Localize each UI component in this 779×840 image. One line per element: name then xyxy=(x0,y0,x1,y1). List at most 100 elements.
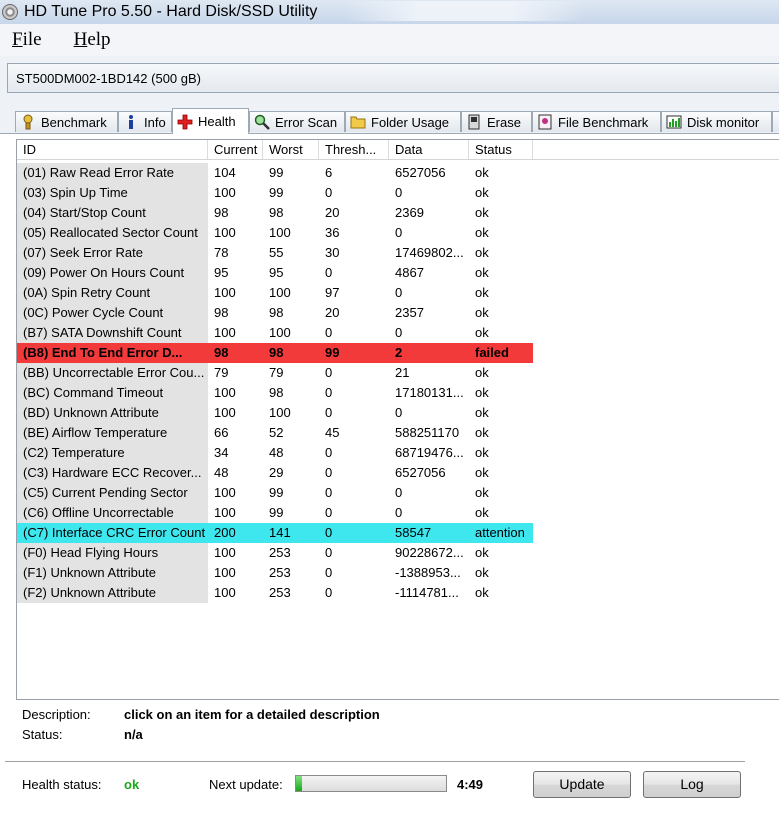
table-row[interactable]: (BB) Uncorrectable Error Cou... 79 79 0 21 ok xyxy=(17,363,533,383)
column-header-status[interactable]: Status xyxy=(469,140,533,159)
cell-worst: 99 xyxy=(269,185,284,200)
cell-status: ok xyxy=(475,285,489,300)
file-benchmark-icon xyxy=(537,114,553,130)
tab-erase[interactable]: Erase xyxy=(461,111,532,132)
cell-threshold: 0 xyxy=(325,465,333,480)
cell-id: (BB) Uncorrectable Error Cou... xyxy=(17,363,208,383)
device-bar: ST500DM002-1BD142 (500 gB) xyxy=(0,56,779,107)
next-update-progress-fill xyxy=(296,776,302,791)
cell-status: ok xyxy=(475,485,489,500)
table-row[interactable]: (07) Seek Error Rate 78 55 30 17469802... ok xyxy=(17,243,533,263)
table-row[interactable]: (04) Start/Stop Count 98 98 20 2369 ok xyxy=(17,203,533,223)
health-status-value: ok xyxy=(124,777,140,792)
next-update-label: Next update: xyxy=(209,777,283,792)
table-row[interactable]: (09) Power On Hours Count 95 95 0 4867 ok xyxy=(17,263,533,283)
tab-disk-monitor[interactable]: Disk monitor xyxy=(661,111,772,132)
table-row[interactable]: (BC) Command Timeout 100 98 0 17180131... ok xyxy=(17,383,533,403)
table-row[interactable]: (B7) SATA Downshift Count 100 100 0 0 ok xyxy=(17,323,533,343)
cell-data: 90228672... xyxy=(395,545,464,560)
table-row[interactable]: (05) Reallocated Sector Count 100 100 36 0 ok xyxy=(17,223,533,243)
table-row[interactable]: (0C) Power Cycle Count 98 98 20 2357 ok xyxy=(17,303,533,323)
cell-threshold: 0 xyxy=(325,505,333,520)
log-button[interactable]: Log xyxy=(643,771,741,798)
cell-id: (09) Power On Hours Count xyxy=(17,263,208,283)
cell-current: 100 xyxy=(214,505,236,520)
smart-attribute-grid[interactable]: ID Current Worst Thresh... Data Status (… xyxy=(16,139,779,700)
health-status-label: Health status: xyxy=(22,777,102,792)
magnifier-icon xyxy=(254,114,270,130)
table-row[interactable]: (B8) End To End Error D... 98 98 99 2 failed xyxy=(17,343,533,363)
table-row[interactable]: (0A) Spin Retry Count 100 100 97 0 ok xyxy=(17,283,533,303)
cell-status: ok xyxy=(475,545,489,560)
tab-file-benchmark[interactable]: File Benchmark xyxy=(532,111,661,132)
cell-status: ok xyxy=(475,405,489,420)
table-row[interactable]: (C3) Hardware ECC Recover... 48 29 0 6527056… xyxy=(17,463,533,483)
cell-data: 2 xyxy=(389,343,469,363)
cell-worst: 98 xyxy=(269,385,284,400)
tab-error-scan[interactable]: Error Scan xyxy=(249,111,345,132)
cell-current: 98 xyxy=(214,205,229,220)
cell-worst: 99 xyxy=(269,165,284,180)
table-row[interactable]: (01) Raw Read Error Rate 104 99 6 6527056 ok xyxy=(17,163,533,183)
table-row[interactable]: (F0) Head Flying Hours 100 253 0 90228672...… xyxy=(17,543,533,563)
table-row[interactable]: (C2) Temperature 34 48 0 68719476... ok xyxy=(17,443,533,463)
description-label: Description: xyxy=(22,707,91,722)
status-label: Status: xyxy=(22,727,63,742)
tab-folder-usage[interactable]: Folder Usage xyxy=(345,111,461,132)
table-row[interactable]: (F2) Unknown Attribute 100 253 0 -1114781...… xyxy=(17,583,533,603)
tab-more[interactable] xyxy=(772,111,779,132)
table-row[interactable]: (BE) Airflow Temperature 66 52 45 588251170 o… xyxy=(17,423,533,443)
cell-data: 4867 xyxy=(395,265,424,280)
cell-id: (BC) Command Timeout xyxy=(17,383,208,403)
cell-id: (B7) SATA Downshift Count xyxy=(17,323,208,343)
column-header-threshold[interactable]: Thresh... xyxy=(319,140,389,159)
table-row[interactable]: (C5) Current Pending Sector 100 99 0 0 ok xyxy=(17,483,533,503)
column-header-id[interactable]: ID xyxy=(17,140,208,159)
cell-id: (F1) Unknown Attribute xyxy=(17,563,208,583)
table-row[interactable]: (C7) Interface CRC Error Count 200 141 0 585… xyxy=(17,523,533,543)
table-row[interactable]: (F1) Unknown Attribute 100 253 0 -1388953...… xyxy=(17,563,533,583)
table-row[interactable]: (C6) Offline Uncorrectable 100 99 0 0 ok xyxy=(17,503,533,523)
cell-current: 48 xyxy=(214,465,229,480)
cell-status: ok xyxy=(475,185,489,200)
cell-current: 100 xyxy=(214,585,236,600)
cell-worst: 95 xyxy=(269,265,284,280)
cell-status: ok xyxy=(475,325,489,340)
table-row[interactable]: (BD) Unknown Attribute 100 100 0 0 ok xyxy=(17,403,533,423)
cell-current: 95 xyxy=(214,265,229,280)
cell-current: 100 xyxy=(214,405,236,420)
cell-data: 0 xyxy=(395,185,403,200)
cell-threshold: 0 xyxy=(325,585,333,600)
cell-data: 2369 xyxy=(395,205,424,220)
update-button[interactable]: Update xyxy=(533,771,631,798)
cell-id: (04) Start/Stop Count xyxy=(17,203,208,223)
table-row[interactable]: (03) Spin Up Time 100 99 0 0 ok xyxy=(17,183,533,203)
cell-id: (0C) Power Cycle Count xyxy=(17,303,208,323)
cell-data: 17469802... xyxy=(395,245,464,260)
cell-current: 98 xyxy=(214,305,229,320)
cell-current: 104 xyxy=(214,165,236,180)
cell-id: (07) Seek Error Rate xyxy=(17,243,208,263)
tab-benchmark[interactable]: Benchmark xyxy=(15,111,118,132)
menu-file[interactable]: File xyxy=(12,29,42,51)
folder-icon xyxy=(350,114,366,130)
cell-worst: 29 xyxy=(269,465,284,480)
menu-help[interactable]: Help xyxy=(74,29,111,51)
column-header-data[interactable]: Data xyxy=(389,140,469,159)
drive-select[interactable]: ST500DM002-1BD142 (500 gB) xyxy=(7,63,779,93)
tab-health[interactable]: Health xyxy=(172,108,249,134)
cell-worst: 98 xyxy=(269,205,284,220)
column-header-current[interactable]: Current xyxy=(208,140,263,159)
title-bar: HD Tune Pro 5.50 - Hard Disk/SSD Utility xyxy=(0,0,779,24)
cell-threshold: 0 xyxy=(325,265,333,280)
tab-info[interactable]: Info xyxy=(118,111,172,132)
cell-threshold: 0 xyxy=(325,405,333,420)
cell-data: -1388953... xyxy=(395,565,461,580)
cell-status: ok xyxy=(475,465,489,480)
cell-threshold: 6 xyxy=(325,165,333,180)
cell-threshold: 0 xyxy=(319,523,389,543)
column-header-worst[interactable]: Worst xyxy=(263,140,319,159)
cell-threshold: 20 xyxy=(325,205,340,220)
cell-data: 17180131... xyxy=(395,385,464,400)
cell-id: (05) Reallocated Sector Count xyxy=(17,223,208,243)
